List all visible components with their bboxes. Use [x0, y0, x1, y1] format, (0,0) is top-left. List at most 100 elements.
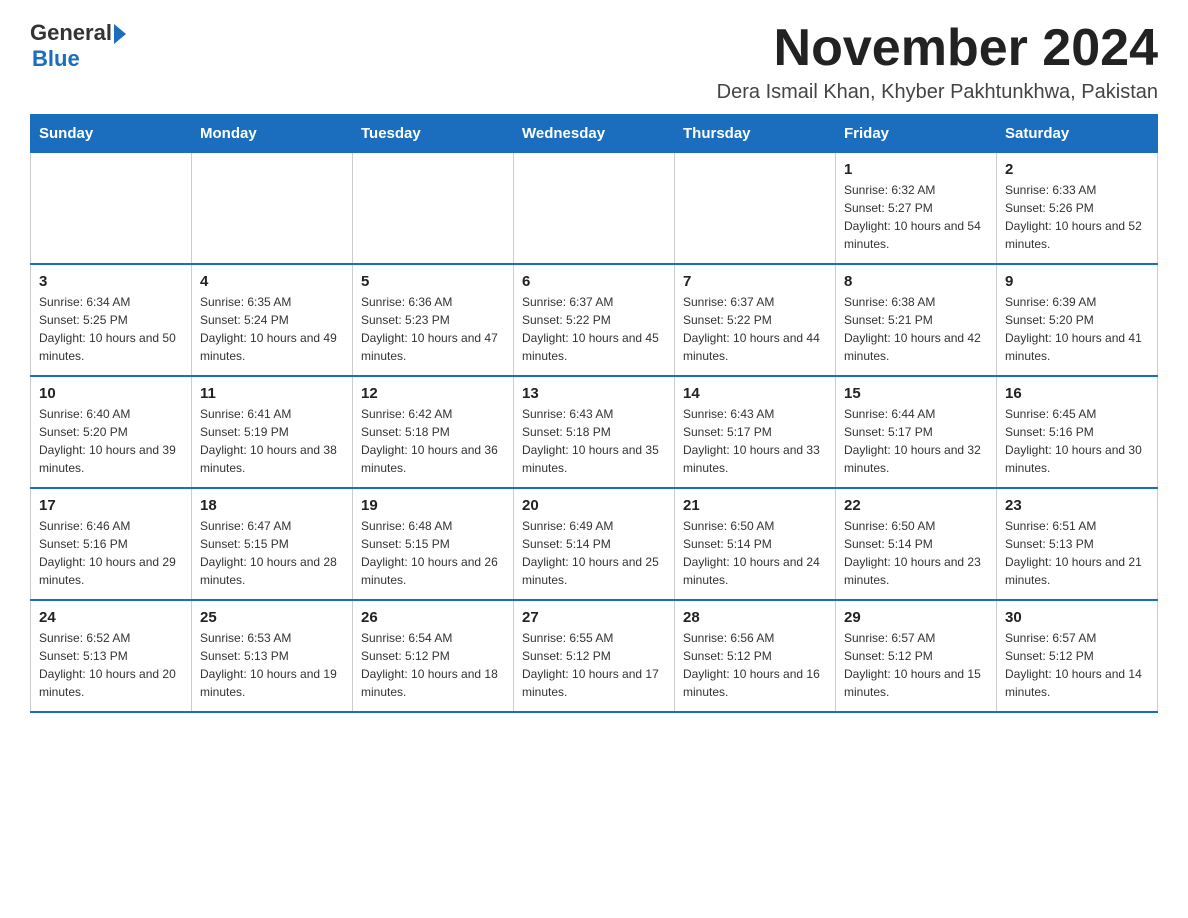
calendar-cell: 9 Sunrise: 6:39 AMSunset: 5:20 PMDaylight…	[997, 264, 1158, 376]
day-info: Sunrise: 6:47 AMSunset: 5:15 PMDaylight:…	[200, 517, 344, 589]
calendar-cell	[675, 153, 836, 265]
calendar-cell: 26 Sunrise: 6:54 AMSunset: 5:12 PMDayligh…	[353, 600, 514, 712]
calendar-cell: 28 Sunrise: 6:56 AMSunset: 5:12 PMDayligh…	[675, 600, 836, 712]
day-info: Sunrise: 6:43 AMSunset: 5:17 PMDaylight:…	[683, 405, 827, 477]
day-number: 9	[1005, 273, 1149, 290]
day-number: 21	[683, 497, 827, 514]
day-number: 8	[844, 273, 988, 290]
day-number: 6	[522, 273, 666, 290]
logo-arrow-icon	[114, 24, 126, 44]
day-info: Sunrise: 6:38 AMSunset: 5:21 PMDaylight:…	[844, 293, 988, 365]
day-number: 29	[844, 609, 988, 626]
day-info: Sunrise: 6:41 AMSunset: 5:19 PMDaylight:…	[200, 405, 344, 477]
calendar-cell: 2Sunrise: 6:33 AMSunset: 5:26 PMDaylight…	[997, 153, 1158, 265]
calendar-table: SundayMondayTuesdayWednesdayThursdayFrid…	[30, 114, 1158, 713]
day-number: 15	[844, 385, 988, 402]
weekday-header-monday: Monday	[192, 115, 353, 153]
calendar-header-row: SundayMondayTuesdayWednesdayThursdayFrid…	[31, 115, 1158, 153]
calendar-cell: 8 Sunrise: 6:38 AMSunset: 5:21 PMDaylight…	[836, 264, 997, 376]
weekday-header-friday: Friday	[836, 115, 997, 153]
weekday-header-tuesday: Tuesday	[353, 115, 514, 153]
title-area: November 2024 Dera Ismail Khan, Khyber P…	[717, 20, 1158, 104]
calendar-cell: 18 Sunrise: 6:47 AMSunset: 5:15 PMDayligh…	[192, 488, 353, 600]
day-number: 4	[200, 273, 344, 290]
calendar-cell: 6 Sunrise: 6:37 AMSunset: 5:22 PMDaylight…	[514, 264, 675, 376]
calendar-cell: 5 Sunrise: 6:36 AMSunset: 5:23 PMDaylight…	[353, 264, 514, 376]
day-info: Sunrise: 6:44 AMSunset: 5:17 PMDaylight:…	[844, 405, 988, 477]
day-info: Sunrise: 6:55 AMSunset: 5:12 PMDaylight:…	[522, 629, 666, 701]
day-info: Sunrise: 6:49 AMSunset: 5:14 PMDaylight:…	[522, 517, 666, 589]
day-info: Sunrise: 6:39 AMSunset: 5:20 PMDaylight:…	[1005, 293, 1149, 365]
calendar-cell	[192, 153, 353, 265]
calendar-cell: 14 Sunrise: 6:43 AMSunset: 5:17 PMDayligh…	[675, 376, 836, 488]
day-number: 20	[522, 497, 666, 514]
calendar-week-row: 1 Sunrise: 6:32 AMSunset: 5:27 PMDaylight…	[31, 153, 1158, 265]
calendar-cell: 17 Sunrise: 6:46 AMSunset: 5:16 PMDayligh…	[31, 488, 192, 600]
day-number: 24	[39, 609, 183, 626]
day-number: 14	[683, 385, 827, 402]
day-info: Sunrise: 6:45 AMSunset: 5:16 PMDaylight:…	[1005, 405, 1149, 477]
calendar-cell: 10Sunrise: 6:40 AMSunset: 5:20 PMDayligh…	[31, 376, 192, 488]
day-info: Sunrise: 6:50 AMSunset: 5:14 PMDaylight:…	[683, 517, 827, 589]
day-number: 18	[200, 497, 344, 514]
calendar-cell	[353, 153, 514, 265]
weekday-header-saturday: Saturday	[997, 115, 1158, 153]
day-number: 7	[683, 273, 827, 290]
calendar-cell: 21 Sunrise: 6:50 AMSunset: 5:14 PMDayligh…	[675, 488, 836, 600]
calendar-week-row: 10Sunrise: 6:40 AMSunset: 5:20 PMDayligh…	[31, 376, 1158, 488]
calendar-cell	[31, 153, 192, 265]
day-number: 12	[361, 385, 505, 402]
calendar-cell: 13Sunrise: 6:43 AMSunset: 5:18 PMDayligh…	[514, 376, 675, 488]
calendar-cell: 7Sunrise: 6:37 AMSunset: 5:22 PMDaylight…	[675, 264, 836, 376]
calendar-cell: 25Sunrise: 6:53 AMSunset: 5:13 PMDayligh…	[192, 600, 353, 712]
day-info: Sunrise: 6:37 AMSunset: 5:22 PMDaylight:…	[522, 293, 666, 365]
day-info: Sunrise: 6:42 AMSunset: 5:18 PMDaylight:…	[361, 405, 505, 477]
calendar-cell: 3 Sunrise: 6:34 AMSunset: 5:25 PMDaylight…	[31, 264, 192, 376]
day-info: Sunrise: 6:54 AMSunset: 5:12 PMDaylight:…	[361, 629, 505, 701]
day-number: 16	[1005, 385, 1149, 402]
day-number: 11	[200, 385, 344, 402]
calendar-week-row: 24 Sunrise: 6:52 AMSunset: 5:13 PMDayligh…	[31, 600, 1158, 712]
day-number: 30	[1005, 609, 1149, 626]
page-header: General Blue November 2024 Dera Ismail K…	[30, 20, 1158, 104]
day-number: 2	[1005, 161, 1149, 178]
day-info: Sunrise: 6:57 AMSunset: 5:12 PMDaylight:…	[844, 629, 988, 701]
day-number: 17	[39, 497, 183, 514]
calendar-cell: 4Sunrise: 6:35 AMSunset: 5:24 PMDaylight…	[192, 264, 353, 376]
weekday-header-wednesday: Wednesday	[514, 115, 675, 153]
day-number: 23	[1005, 497, 1149, 514]
day-info: Sunrise: 6:34 AMSunset: 5:25 PMDaylight:…	[39, 293, 183, 365]
weekday-header-sunday: Sunday	[31, 115, 192, 153]
calendar-cell: 23 Sunrise: 6:51 AMSunset: 5:13 PMDayligh…	[997, 488, 1158, 600]
day-info: Sunrise: 6:32 AMSunset: 5:27 PMDaylight:…	[844, 181, 988, 253]
logo-blue: Blue	[32, 46, 80, 72]
day-number: 1	[844, 161, 988, 178]
calendar-cell: 20 Sunrise: 6:49 AMSunset: 5:14 PMDayligh…	[514, 488, 675, 600]
day-info: Sunrise: 6:40 AMSunset: 5:20 PMDaylight:…	[39, 405, 183, 477]
logo-general: General	[30, 20, 112, 46]
day-info: Sunrise: 6:43 AMSunset: 5:18 PMDaylight:…	[522, 405, 666, 477]
day-number: 22	[844, 497, 988, 514]
day-number: 5	[361, 273, 505, 290]
day-info: Sunrise: 6:52 AMSunset: 5:13 PMDaylight:…	[39, 629, 183, 701]
day-info: Sunrise: 6:50 AMSunset: 5:14 PMDaylight:…	[844, 517, 988, 589]
day-number: 26	[361, 609, 505, 626]
calendar-cell: 29 Sunrise: 6:57 AMSunset: 5:12 PMDayligh…	[836, 600, 997, 712]
weekday-header-thursday: Thursday	[675, 115, 836, 153]
calendar-cell: 19Sunrise: 6:48 AMSunset: 5:15 PMDayligh…	[353, 488, 514, 600]
day-info: Sunrise: 6:51 AMSunset: 5:13 PMDaylight:…	[1005, 517, 1149, 589]
calendar-cell: 27 Sunrise: 6:55 AMSunset: 5:12 PMDayligh…	[514, 600, 675, 712]
day-number: 27	[522, 609, 666, 626]
day-number: 25	[200, 609, 344, 626]
day-info: Sunrise: 6:57 AMSunset: 5:12 PMDaylight:…	[1005, 629, 1149, 701]
day-number: 3	[39, 273, 183, 290]
day-info: Sunrise: 6:36 AMSunset: 5:23 PMDaylight:…	[361, 293, 505, 365]
month-year-title: November 2024	[717, 20, 1158, 77]
calendar-cell: 24 Sunrise: 6:52 AMSunset: 5:13 PMDayligh…	[31, 600, 192, 712]
calendar-cell: 12 Sunrise: 6:42 AMSunset: 5:18 PMDayligh…	[353, 376, 514, 488]
day-info: Sunrise: 6:56 AMSunset: 5:12 PMDaylight:…	[683, 629, 827, 701]
day-number: 28	[683, 609, 827, 626]
day-number: 19	[361, 497, 505, 514]
day-info: Sunrise: 6:46 AMSunset: 5:16 PMDaylight:…	[39, 517, 183, 589]
calendar-cell: 16 Sunrise: 6:45 AMSunset: 5:16 PMDayligh…	[997, 376, 1158, 488]
